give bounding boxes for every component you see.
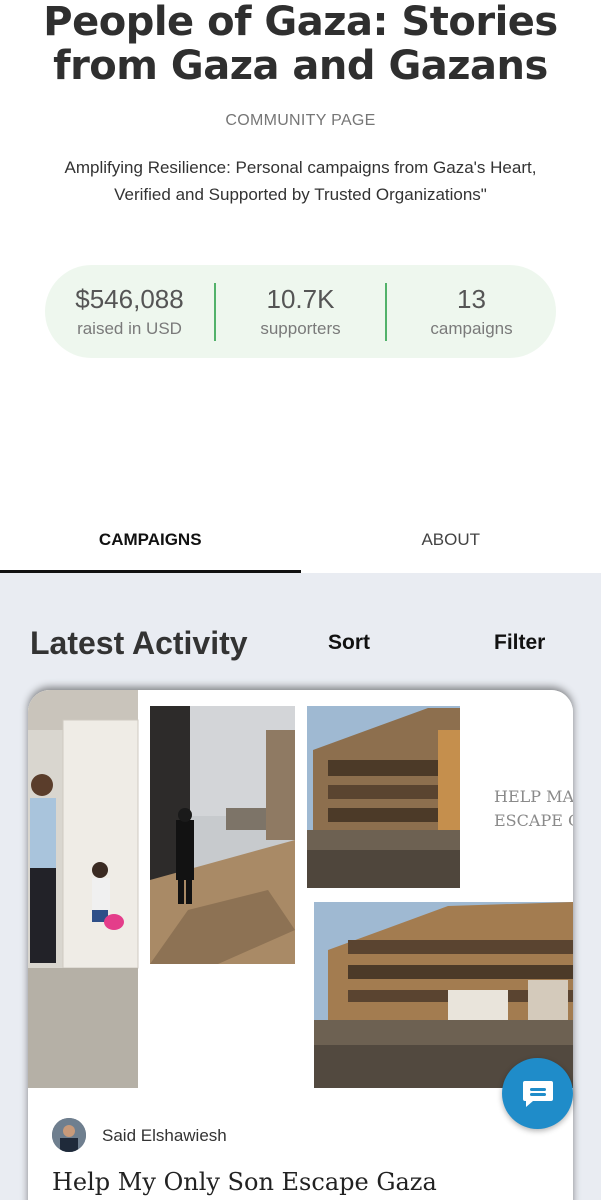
author-name[interactable]: Said Elshawiesh — [102, 1126, 227, 1146]
collage-text-line-2: ESCAPE G — [494, 811, 573, 830]
chat-bubble-icon — [522, 1080, 553, 1107]
stat-campaigns-label: campaigns — [430, 318, 513, 338]
filter-button[interactable]: Filter — [494, 631, 545, 655]
tab-about[interactable]: ABOUT — [301, 510, 601, 573]
latest-activity-heading: Latest Activity — [30, 625, 248, 661]
campaign-card[interactable]: HELP MA ESCAPE G Said Elshawiesh Help My… — [28, 690, 573, 1200]
campaign-collage-image: HELP MA ESCAPE G — [28, 690, 573, 1088]
stat-supporters-label: supporters — [260, 318, 341, 338]
collage-text-line-1: HELP MA — [494, 787, 573, 806]
photo-damaged-building-1 — [307, 706, 460, 888]
page-header: People of Gaza: Stories from Gaza and Ga… — [0, 0, 601, 520]
page-title-line-2: from Gaza and Gazans — [53, 43, 548, 89]
page-type-label: COMMUNITY PAGE — [225, 112, 376, 129]
tab-campaigns[interactable]: CAMPAIGNS — [0, 510, 301, 573]
stat-raised-value: $546,088 — [75, 283, 184, 314]
photo-man-and-child — [28, 690, 139, 1088]
stat-campaigns: 13 campaigns — [387, 283, 556, 341]
sort-button[interactable]: Sort — [328, 631, 370, 655]
campaign-title[interactable]: Help My Only Son Escape Gaza — [52, 1168, 437, 1196]
stat-supporters-value: 10.7K — [266, 283, 335, 314]
avatar-image — [52, 1118, 86, 1152]
campaign-card-image[interactable]: HELP MA ESCAPE G — [28, 690, 573, 1098]
page-tabs: CAMPAIGNS ABOUT — [0, 510, 601, 573]
campaign-card-meta: Said Elshawiesh Help My Only Son Escape … — [28, 1098, 573, 1200]
author-avatar — [52, 1118, 86, 1152]
stat-campaigns-value: 13 — [457, 283, 486, 314]
photo-rubble-street — [150, 706, 295, 964]
page-title-line-1: People of Gaza: Stories — [43, 0, 558, 45]
chat-button[interactable] — [502, 1058, 573, 1129]
page-description: Amplifying Resilience: Personal campaign… — [64, 158, 537, 204]
stat-raised: $546,088 raised in USD — [45, 283, 214, 341]
stats-summary: $546,088 raised in USD 10.7K supporters … — [45, 265, 556, 358]
stat-raised-label: raised in USD — [77, 318, 182, 338]
page-title: People of Gaza: Stories from Gaza and Ga… — [0, 0, 601, 88]
stat-supporters: 10.7K supporters — [216, 283, 385, 341]
